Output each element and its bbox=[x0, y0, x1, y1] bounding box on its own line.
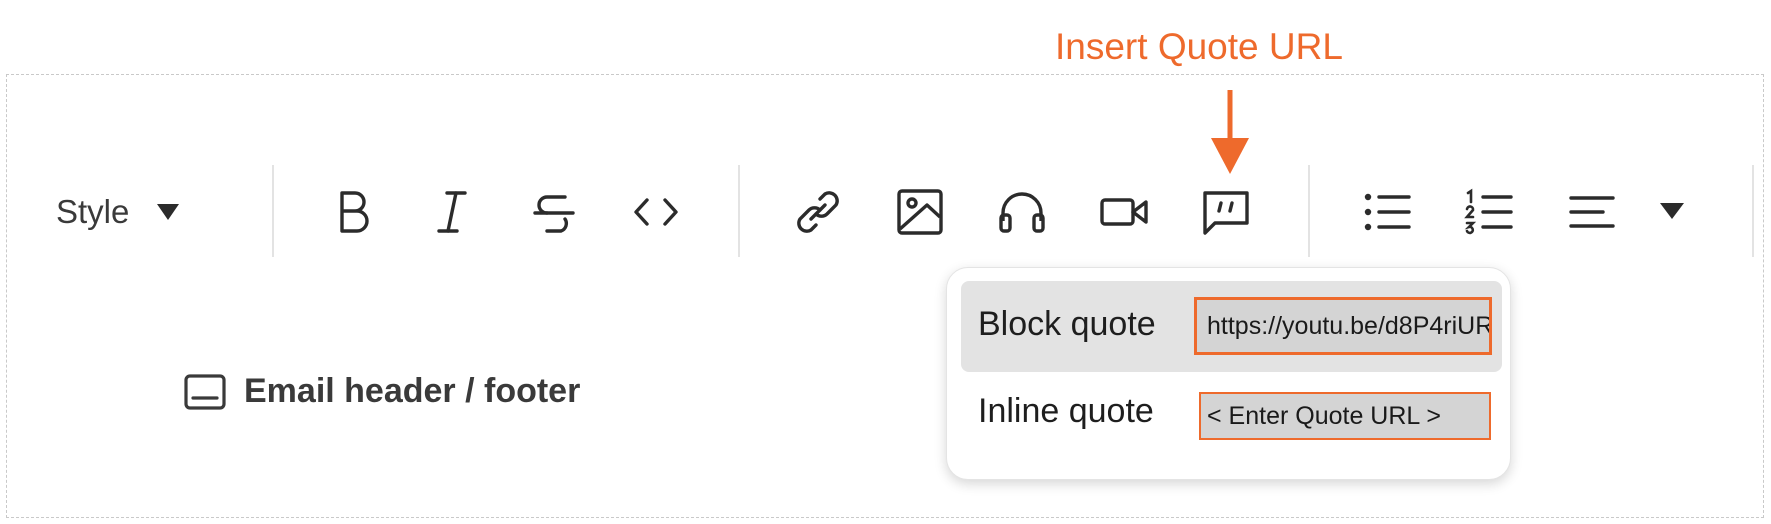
align-left-icon bbox=[1569, 196, 1615, 228]
italic-button[interactable] bbox=[420, 180, 484, 244]
code-icon bbox=[634, 198, 678, 226]
numbered-list-icon bbox=[1464, 188, 1513, 235]
email-header-footer-label: Email header / footer bbox=[244, 372, 581, 410]
email-header-icon bbox=[184, 373, 226, 410]
toolbar-separator bbox=[272, 165, 274, 257]
block-quote-url-value: https://youtu.be/d8P4riUR bbox=[1207, 311, 1492, 340]
strikethrough-icon bbox=[533, 195, 575, 233]
quote-button[interactable] bbox=[1194, 180, 1258, 244]
link-button[interactable] bbox=[786, 180, 850, 244]
block-quote-url-field[interactable]: https://youtu.be/d8P4riUR bbox=[1194, 297, 1492, 355]
style-dropdown[interactable]: Style bbox=[56, 188, 180, 236]
quote-popup-menu: Block quote https://youtu.be/d8P4riUR In… bbox=[946, 267, 1511, 480]
link-icon bbox=[797, 191, 839, 233]
toolbar-separator bbox=[1752, 165, 1754, 257]
bold-button[interactable] bbox=[320, 180, 384, 244]
bold-icon bbox=[340, 191, 369, 233]
quote-bubble-icon bbox=[1203, 191, 1249, 235]
image-button[interactable] bbox=[888, 180, 952, 244]
email-header-footer-item[interactable]: Email header / footer bbox=[184, 372, 580, 411]
headphones-icon bbox=[999, 192, 1045, 233]
numbered-list-button[interactable] bbox=[1458, 180, 1522, 244]
style-dropdown-label: Style bbox=[56, 193, 130, 230]
block-quote-label[interactable]: Block quote bbox=[978, 305, 1156, 344]
toolbar-separator bbox=[738, 165, 740, 257]
strikethrough-button[interactable] bbox=[522, 180, 586, 244]
inline-quote-label[interactable]: Inline quote bbox=[978, 392, 1154, 431]
inline-quote-url-field[interactable]: < Enter Quote URL > bbox=[1199, 392, 1491, 440]
code-button[interactable] bbox=[624, 180, 688, 244]
italic-icon bbox=[437, 191, 467, 233]
align-caret-down-icon[interactable] bbox=[1660, 203, 1684, 219]
annotation-label: Insert Quote URL bbox=[1055, 26, 1343, 67]
audio-button[interactable] bbox=[990, 180, 1054, 244]
caret-down-icon bbox=[157, 204, 180, 220]
inline-quote-url-placeholder: < Enter Quote URL > bbox=[1207, 401, 1441, 430]
image-icon bbox=[897, 189, 943, 235]
video-camera-icon bbox=[1100, 198, 1148, 226]
align-button[interactable] bbox=[1560, 180, 1624, 244]
video-button[interactable] bbox=[1092, 180, 1156, 244]
bullet-list-icon bbox=[1364, 193, 1411, 231]
bullet-list-button[interactable] bbox=[1356, 180, 1420, 244]
toolbar-separator bbox=[1308, 165, 1310, 257]
